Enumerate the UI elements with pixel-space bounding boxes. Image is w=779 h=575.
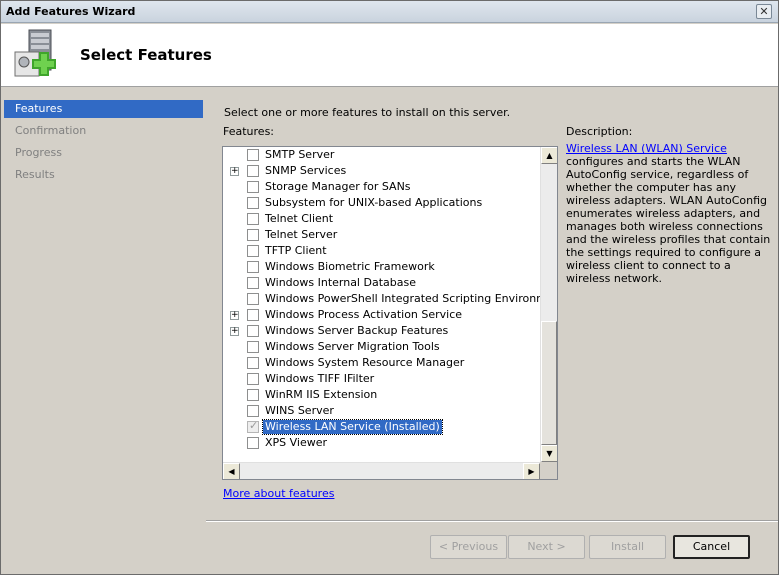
feature-row[interactable]: SMTP Server: [223, 147, 541, 163]
feature-row[interactable]: WinRM IIS Extension: [223, 387, 541, 403]
nav-step-results[interactable]: Results: [4, 166, 203, 184]
feature-label[interactable]: Windows Biometric Framework: [263, 260, 437, 274]
feature-checkbox[interactable]: [247, 261, 259, 273]
feature-row[interactable]: Subsystem for UNIX-based Applications: [223, 195, 541, 211]
feature-checkbox[interactable]: [247, 437, 259, 449]
feature-row[interactable]: Windows TIFF IFilter: [223, 371, 541, 387]
feature-checkbox[interactable]: [247, 197, 259, 209]
feature-row[interactable]: XPS Viewer: [223, 435, 541, 451]
feature-row[interactable]: Windows PowerShell Integrated Scripting …: [223, 291, 557, 307]
scroll-up-button[interactable]: ▲: [541, 147, 557, 164]
previous-button[interactable]: < Previous: [430, 535, 507, 559]
feature-checkbox[interactable]: [247, 181, 259, 193]
feature-checkbox[interactable]: [247, 405, 259, 417]
feature-checkbox[interactable]: [247, 229, 259, 241]
description-body: configures and starts the WLAN AutoConfi…: [566, 155, 771, 285]
feature-label[interactable]: Wireless LAN Service (Installed): [262, 419, 443, 435]
feature-label[interactable]: Windows Process Activation Service: [263, 308, 464, 322]
feature-label[interactable]: Subsystem for UNIX-based Applications: [263, 196, 484, 210]
feature-checkbox[interactable]: [247, 245, 259, 257]
expand-plus-icon[interactable]: +: [230, 311, 239, 320]
wizard-steps-nav: Features Confirmation Progress Results: [1, 88, 206, 574]
feature-label[interactable]: SMTP Server: [263, 148, 336, 162]
instruction-text: Select one or more features to install o…: [224, 106, 511, 119]
description-text: Wireless LAN (WLAN) Service configures a…: [566, 142, 771, 285]
scroll-right-button[interactable]: ▶: [523, 463, 540, 479]
expand-plus-icon[interactable]: +: [230, 167, 239, 176]
feature-checkbox[interactable]: [247, 309, 259, 321]
arrow-left-icon: ◀: [228, 467, 235, 476]
feature-checkbox[interactable]: [247, 165, 259, 177]
horizontal-scrollbar[interactable]: ◀ ▶: [223, 462, 540, 479]
feature-row[interactable]: Telnet Client: [223, 211, 541, 227]
scroll-down-button[interactable]: ▼: [541, 445, 557, 462]
feature-row[interactable]: + SNMP Services: [223, 163, 541, 179]
page-title: Select Features: [80, 46, 212, 64]
feature-checkbox[interactable]: [247, 213, 259, 225]
feature-checkbox[interactable]: [247, 325, 259, 337]
next-button[interactable]: Next >: [508, 535, 585, 559]
scrollbar-corner: [540, 462, 557, 479]
feature-checkbox: [247, 419, 259, 433]
feature-label[interactable]: TFTP Client: [263, 244, 329, 258]
close-icon: ✕: [759, 5, 769, 18]
feature-checkbox[interactable]: [247, 277, 259, 289]
feature-checkbox[interactable]: [247, 389, 259, 401]
feature-row[interactable]: Windows Biometric Framework: [223, 259, 541, 275]
vertical-scrollbar[interactable]: ▲ ▼: [540, 147, 557, 462]
feature-label[interactable]: Windows TIFF IFilter: [263, 372, 376, 386]
nav-step-confirmation[interactable]: Confirmation: [4, 122, 203, 140]
feature-label[interactable]: Storage Manager for SANs: [263, 180, 413, 194]
arrow-right-icon: ▶: [528, 467, 535, 476]
wizard-header: Select Features: [1, 24, 778, 87]
arrow-up-icon: ▲: [546, 151, 553, 160]
nav-step-progress[interactable]: Progress: [4, 144, 203, 162]
feature-label[interactable]: Windows Server Migration Tools: [263, 340, 442, 354]
feature-row[interactable]: TFTP Client: [223, 243, 541, 259]
features-label: Features:: [223, 125, 275, 138]
feature-label[interactable]: Telnet Server: [263, 228, 339, 242]
feature-row[interactable]: Storage Manager for SANs: [223, 179, 541, 195]
feature-row[interactable]: + Windows Process Activation Service: [223, 307, 541, 323]
feature-label[interactable]: Windows PowerShell Integrated Scripting …: [263, 292, 557, 306]
description-label: Description:: [566, 125, 633, 138]
vertical-scroll-thumb[interactable]: [541, 321, 557, 445]
feature-row[interactable]: Windows Internal Database: [223, 275, 541, 291]
feature-row[interactable]: Windows System Resource Manager: [223, 355, 541, 371]
nav-step-features[interactable]: Features: [4, 100, 203, 118]
wizard-footer: < Previous Next > Install Cancel: [206, 522, 778, 574]
feature-label[interactable]: SNMP Services: [263, 164, 348, 178]
feature-label[interactable]: WinRM IIS Extension: [263, 388, 379, 402]
feature-checkbox[interactable]: [247, 341, 259, 353]
install-button[interactable]: Install: [589, 535, 666, 559]
feature-label[interactable]: Windows Server Backup Features: [263, 324, 450, 338]
expand-plus-icon[interactable]: +: [230, 327, 239, 336]
window-title: Add Features Wizard: [6, 5, 136, 18]
arrow-down-icon: ▼: [546, 449, 553, 458]
feature-checkbox[interactable]: [247, 373, 259, 385]
server-add-icon: [14, 29, 56, 77]
title-bar[interactable]: Add Features Wizard ✕: [1, 1, 778, 23]
feature-label[interactable]: Windows System Resource Manager: [263, 356, 466, 370]
more-about-features-link[interactable]: More about features: [223, 487, 334, 500]
description-link[interactable]: Wireless LAN (WLAN) Service: [566, 142, 727, 155]
feature-checkbox[interactable]: [247, 149, 259, 161]
cancel-button[interactable]: Cancel: [673, 535, 750, 559]
feature-row[interactable]: Wireless LAN Service (Installed): [223, 419, 541, 435]
feature-checkbox[interactable]: [247, 357, 259, 369]
feature-label[interactable]: Telnet Client: [263, 212, 335, 226]
scroll-left-button[interactable]: ◀: [223, 463, 240, 479]
content-panel: Select one or more features to install o…: [206, 88, 778, 521]
feature-row[interactable]: + Windows Server Backup Features: [223, 323, 541, 339]
feature-label[interactable]: WINS Server: [263, 404, 336, 418]
feature-row[interactable]: WINS Server: [223, 403, 541, 419]
feature-checkbox[interactable]: [247, 293, 259, 305]
wizard-window: Add Features Wizard ✕ Select Features Fe…: [0, 0, 779, 575]
features-tree[interactable]: SMTP Server + SNMP Services Storage Manager…: [222, 146, 558, 480]
feature-label[interactable]: Windows Internal Database: [263, 276, 418, 290]
feature-row[interactable]: Windows Server Migration Tools: [223, 339, 541, 355]
feature-label[interactable]: XPS Viewer: [263, 436, 329, 450]
close-button[interactable]: ✕: [756, 4, 772, 19]
feature-row[interactable]: Telnet Server: [223, 227, 541, 243]
